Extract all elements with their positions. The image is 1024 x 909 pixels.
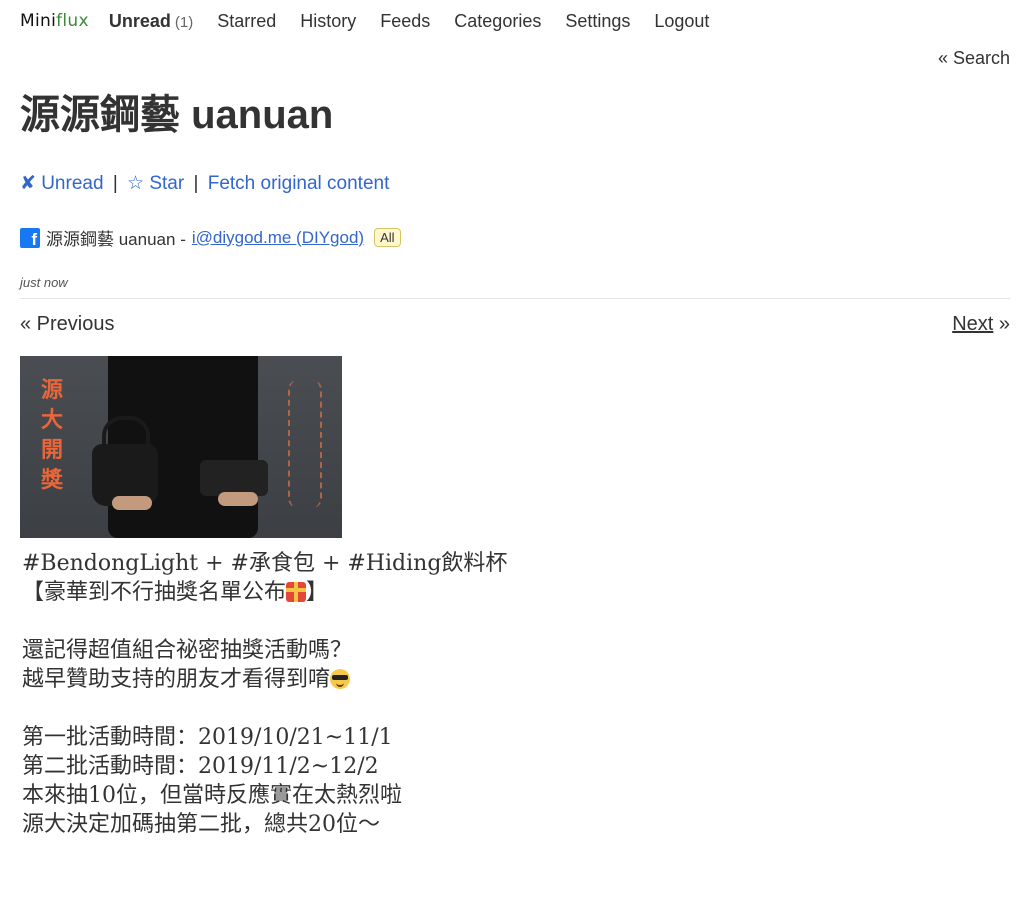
image-char: 大 xyxy=(40,408,63,433)
hand xyxy=(112,496,152,510)
previous-link[interactable]: « Previous xyxy=(20,313,115,336)
image-char: 開 xyxy=(40,438,63,463)
content-paragraph: #BendongLight + #承食包 + #Hiding飲料杯 【豪華到不行… xyxy=(22,549,1002,607)
content-line: #BendongLight + #承食包 + #Hiding飲料杯 xyxy=(22,551,508,576)
gift-icon xyxy=(286,582,307,602)
feed-name[interactable]: 源源鋼藝 uanuan - xyxy=(46,225,186,250)
content-line: 源大決定加碼抽第二批，總共20位～ xyxy=(22,812,380,837)
hand xyxy=(218,492,258,506)
main-navigation: Miniflux Unread (1) Starred History Feeds… xyxy=(20,9,733,33)
facebook-icon: f xyxy=(20,227,40,248)
author-link[interactable]: i@diygod.me (DIYgod) xyxy=(192,228,364,248)
entry-title[interactable]: 源源鋼藝 uanuan xyxy=(20,82,333,140)
content-line: 第二批活動時間：2019/11/2~12/2 xyxy=(22,754,379,779)
sunglasses-emoji-icon xyxy=(330,669,351,689)
cross-icon: ✘ xyxy=(20,173,36,194)
action-separator: | xyxy=(112,173,118,194)
entry-actions: ✘ Unread | ☆ Star | Fetch original conte… xyxy=(20,172,389,195)
content-line: 【豪華到不行抽獎名單公布】 xyxy=(22,578,1002,607)
nav-unread-label: Unread xyxy=(108,10,171,31)
content-line: 越早贊助支持的朋友才看得到唷 xyxy=(22,665,1002,694)
next-label: Next xyxy=(952,313,994,335)
feed-name-text: 源源鋼藝 uanuan xyxy=(46,230,176,249)
image-char: 獎 xyxy=(40,468,63,493)
logo-text-flux: flux xyxy=(56,11,89,31)
action-separator: | xyxy=(193,173,199,194)
star-label: Star xyxy=(149,173,185,194)
mark-unread-label: Unread xyxy=(41,173,104,194)
nav-feeds[interactable]: Feeds xyxy=(380,11,430,32)
star-button[interactable]: ☆ Star xyxy=(127,173,184,194)
image-char: 源 xyxy=(40,378,63,403)
meta-dash: - xyxy=(180,230,186,249)
content-line: 還記得超值組合祕密抽獎活動嗎？ xyxy=(22,638,353,663)
nav-logout[interactable]: Logout xyxy=(654,11,709,32)
star-icon: ☆ xyxy=(127,173,145,194)
content-line: 第一批活動時間：2019/10/21~11/1 xyxy=(22,725,393,750)
entry-content: #BendongLight + #承食包 + #Hiding飲料杯 【豪華到不行… xyxy=(22,549,1002,868)
content-text: 【豪華到不行抽獎名單公布 xyxy=(22,580,287,605)
nav-categories[interactable]: Categories xyxy=(454,11,541,32)
entry-image[interactable]: 源 大 開 獎 xyxy=(20,356,342,538)
fetch-original-button[interactable]: Fetch original content xyxy=(208,173,390,194)
content-text: 越早贊助支持的朋友才看得到唷 xyxy=(22,667,331,692)
content-paragraph: 還記得超值組合祕密抽獎活動嗎？ 越早贊助支持的朋友才看得到唷 xyxy=(22,636,1002,694)
box-product xyxy=(200,460,268,496)
nav-settings[interactable]: Settings xyxy=(565,11,630,32)
next-arrow: » xyxy=(998,313,1010,335)
search-link[interactable]: « Search xyxy=(938,48,1010,69)
nav-unread[interactable]: Unread (1) xyxy=(109,11,193,32)
next-link[interactable]: Next » xyxy=(952,313,1010,336)
unread-count: (1) xyxy=(174,13,194,31)
divider xyxy=(20,298,1010,299)
mark-unread-button[interactable]: ✘ Unread xyxy=(20,173,104,194)
content-text: 】 xyxy=(306,580,329,605)
content-paragraph: 第一批活動時間：2019/10/21~11/1 第二批活動時間：2019/11/… xyxy=(22,723,1002,839)
nav-starred[interactable]: Starred xyxy=(217,11,276,32)
content-line: 本來抽10位，但當時反應實在太熱烈啦 xyxy=(22,783,402,808)
miniflux-logo[interactable]: Miniflux xyxy=(20,11,89,31)
entry-date: just now xyxy=(20,275,68,290)
image-caption-vertical: 源 大 開 獎 xyxy=(38,376,66,496)
nav-history[interactable]: History xyxy=(300,11,356,32)
product-sketch xyxy=(288,380,322,508)
logo-text-mini: Mini xyxy=(20,11,57,31)
category-badge[interactable]: All xyxy=(374,228,401,247)
entry-meta: f 源源鋼藝 uanuan - i@diygod.me (DIYgod) All xyxy=(20,225,401,250)
